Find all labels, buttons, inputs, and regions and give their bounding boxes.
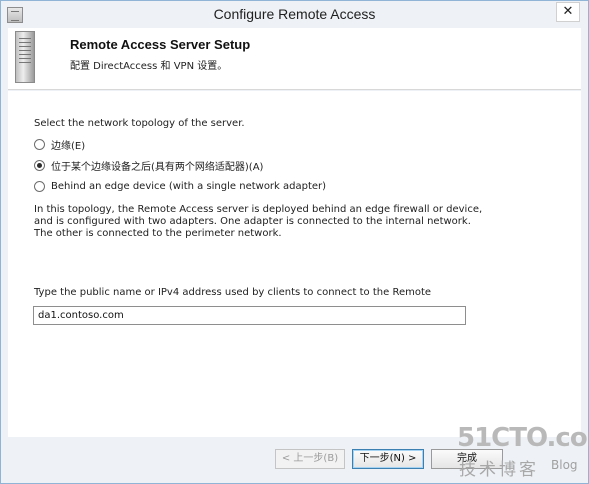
next-button[interactable]: 下一步(N) > xyxy=(352,449,424,469)
wizard-content: Select the network topology of the serve… xyxy=(8,91,581,437)
description-line: The other is connected to the perimeter … xyxy=(34,228,282,239)
topology-prompt: Select the network topology of the serve… xyxy=(34,118,245,129)
topology-description: In this topology, the Remote Access serv… xyxy=(34,204,534,240)
radio-behind-edge-two-adapters[interactable] xyxy=(34,159,45,171)
site-watermark: 51CTO.com 技术博客 Blog xyxy=(457,423,589,480)
page-title: Remote Access Server Setup xyxy=(70,37,251,52)
radio-behind-edge-single-adapter[interactable] xyxy=(34,180,45,192)
public-name-input[interactable] xyxy=(33,306,466,325)
watermark-blog: Blog xyxy=(551,458,578,472)
description-line: and is configured with two adapters. One… xyxy=(34,216,471,227)
back-button[interactable]: < 上一步(B) xyxy=(275,449,345,469)
option-edge-label: 边缘(E) xyxy=(51,140,86,152)
close-button[interactable]: ✕ xyxy=(556,2,580,22)
description-line: In this topology, the Remote Access serv… xyxy=(34,204,483,215)
page-subtitle: 配置 DirectAccess 和 VPN 设置。 xyxy=(70,61,228,72)
server-icon xyxy=(15,31,35,83)
radio-edge[interactable] xyxy=(34,138,45,150)
title-bar[interactable]: Configure Remote Access ✕ xyxy=(1,1,588,29)
wizard-header: Remote Access Server Setup 配置 DirectAcce… xyxy=(8,28,581,90)
configure-remote-access-window: Configure Remote Access ✕ Remote Access … xyxy=(0,0,589,484)
window-title: Configure Remote Access xyxy=(213,6,376,22)
option-edge[interactable]: 边缘(E) xyxy=(34,137,86,152)
watermark-subtitle: 技术博客 xyxy=(459,460,539,480)
option-behind-edge-two-adapters[interactable]: 位于某个边缘设备之后(具有两个网络适配器)(A) xyxy=(34,158,264,173)
option-behind-edge-single-adapter-label: Behind an edge device (with a single net… xyxy=(51,180,327,192)
watermark-logo-text: 51CTO.com xyxy=(457,423,589,453)
option-behind-edge-two-adapters-label: 位于某个边缘设备之后(具有两个网络适配器)(A) xyxy=(51,161,264,173)
option-behind-edge-single-adapter[interactable]: Behind an edge device (with a single net… xyxy=(34,179,326,193)
public-name-label: Type the public name or IPv4 address use… xyxy=(34,287,432,298)
